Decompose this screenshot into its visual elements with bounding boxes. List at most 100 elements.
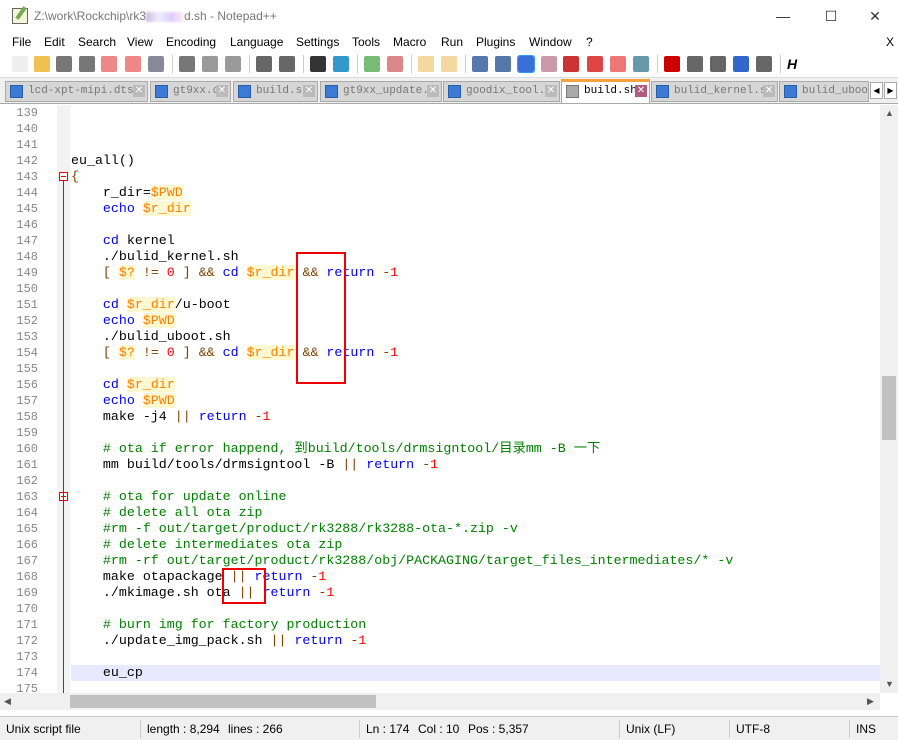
- scroll-up-arrow-icon[interactable]: ▲: [885, 108, 894, 118]
- replace-icon[interactable]: [333, 56, 349, 72]
- udl-icon[interactable]: [541, 56, 557, 72]
- menu-encoding[interactable]: Encoding: [166, 35, 216, 49]
- save-macro-icon[interactable]: [756, 56, 772, 72]
- close-tab-icon[interactable]: ✕: [545, 85, 557, 97]
- menu-file[interactable]: File: [12, 35, 31, 49]
- code-token: $?: [118, 345, 135, 360]
- tab-scroll-right-button[interactable]: ▶: [884, 82, 897, 99]
- code-token: #rm -rf out/target/product/rk3288/obj/PA…: [71, 553, 734, 568]
- menu-plugins[interactable]: Plugins: [476, 35, 515, 49]
- new-icon[interactable]: [12, 56, 28, 72]
- sync-v-icon[interactable]: [418, 56, 434, 72]
- close-tab-icon[interactable]: ✕: [635, 85, 647, 97]
- tab-goodix-tool-c[interactable]: goodix_tool.c ✕: [443, 81, 560, 102]
- fold-collapse-icon[interactable]: [59, 172, 68, 181]
- open-icon[interactable]: [34, 56, 50, 72]
- code-token: eu_all(): [71, 153, 135, 168]
- tab-bulid-kernel-sh[interactable]: bulid_kernel.sh ✕: [651, 81, 778, 102]
- vertical-scrollbar[interactable]: ▲ ▼: [880, 105, 898, 693]
- code-line: 142 eu_all(): [0, 153, 880, 169]
- close-tab-icon[interactable]: ✕: [216, 85, 228, 97]
- monitor-icon[interactable]: [633, 56, 649, 72]
- scroll-down-arrow-icon[interactable]: ▼: [885, 679, 894, 689]
- close-icon[interactable]: [101, 56, 117, 72]
- doc-map-icon[interactable]: [563, 56, 579, 72]
- minimize-button[interactable]: —: [760, 3, 806, 29]
- record-icon[interactable]: [664, 56, 680, 72]
- code-line: 152 echo $PWD: [0, 313, 880, 329]
- menu-run[interactable]: Run: [441, 35, 463, 49]
- close-tab-icon[interactable]: ✕: [133, 85, 145, 97]
- stop-icon[interactable]: [687, 56, 703, 72]
- indent-guide-icon[interactable]: [517, 55, 535, 73]
- find-icon[interactable]: [310, 56, 326, 72]
- tab-build-sh[interactable]: build.sh ✕: [561, 79, 650, 103]
- line-number: 162: [16, 474, 38, 488]
- code-line: 154 [ $? != 0 ] && cd $r_dir && return -…: [0, 345, 880, 361]
- word-wrap-icon[interactable]: [472, 56, 488, 72]
- maximize-button[interactable]: ☐: [808, 3, 854, 29]
- vertical-scroll-thumb[interactable]: [882, 376, 896, 440]
- horizontal-scrollbar[interactable]: ◀ ▶: [0, 693, 880, 710]
- menu-view[interactable]: View: [127, 35, 153, 49]
- zoom-out-icon[interactable]: [387, 56, 403, 72]
- line-number: 174: [16, 666, 38, 680]
- code-token: -: [246, 409, 263, 424]
- redo-icon[interactable]: [279, 56, 295, 72]
- menu-help[interactable]: ?: [586, 35, 593, 49]
- copy-icon[interactable]: [202, 56, 218, 72]
- paste-icon[interactable]: [225, 56, 241, 72]
- sync-h-icon[interactable]: [441, 56, 457, 72]
- tab-bulid-uboot[interactable]: bulid_uboot: [779, 81, 869, 102]
- menu-tools[interactable]: Tools: [352, 35, 380, 49]
- status-ln: Ln : 174: [359, 720, 409, 738]
- close-tab-icon[interactable]: ✕: [303, 85, 315, 97]
- scroll-left-arrow-icon[interactable]: ◀: [4, 696, 11, 707]
- status-insert-mode: INS: [849, 720, 876, 738]
- scroll-right-arrow-icon[interactable]: ▶: [867, 696, 874, 707]
- tab-gt9xx-update-c[interactable]: gt9xx_update.c ✕: [320, 81, 442, 102]
- close-all-icon[interactable]: [125, 56, 141, 72]
- save-icon[interactable]: [56, 56, 72, 72]
- line-number: 175: [16, 682, 38, 693]
- menu-edit[interactable]: Edit: [44, 35, 65, 49]
- menu-language[interactable]: Language: [230, 35, 283, 49]
- code-editor[interactable]: 139 140 141 142 eu_all() 143{144 r_dir=$PWD 14…: [0, 105, 880, 693]
- play-multiple-icon[interactable]: [733, 56, 749, 72]
- folder-workspace-icon[interactable]: [610, 56, 626, 72]
- close-document-button[interactable]: X: [886, 35, 894, 49]
- horizontal-scroll-thumb[interactable]: [70, 695, 376, 708]
- zoom-in-icon[interactable]: [364, 56, 380, 72]
- tab-lcd-xpt-mipi-dtsi[interactable]: lcd-xpt-mipi.dtsi ✕: [5, 81, 148, 102]
- tab-gt9xx-c[interactable]: gt9xx.c ✕: [150, 81, 231, 102]
- code-line: 166 # delete intermediates ota zip: [0, 537, 880, 553]
- menu-window[interactable]: Window: [529, 35, 572, 49]
- tab-label: bulid_kernel.sh: [674, 85, 774, 97]
- undo-icon[interactable]: [256, 56, 272, 72]
- play-icon[interactable]: [710, 56, 726, 72]
- status-encoding: UTF-8: [729, 720, 770, 738]
- save-status-icon: [238, 85, 251, 98]
- menu-macro[interactable]: Macro: [393, 35, 426, 49]
- h-icon[interactable]: H: [787, 56, 803, 72]
- close-button[interactable]: ✕: [852, 3, 898, 29]
- line-number: 153: [16, 330, 38, 344]
- close-tab-icon[interactable]: ✕: [763, 85, 775, 97]
- code-token: cd: [222, 345, 239, 360]
- tab-build-sh[interactable]: build.sh ✕: [233, 81, 318, 102]
- menu-search[interactable]: Search: [78, 35, 116, 49]
- menu-settings[interactable]: Settings: [296, 35, 339, 49]
- cut-icon[interactable]: [179, 56, 195, 72]
- show-all-icon[interactable]: [495, 56, 511, 72]
- line-number: 140: [16, 122, 38, 136]
- save-all-icon[interactable]: [79, 56, 95, 72]
- tab-label: build.sh: [584, 85, 637, 97]
- line-number: 158: [16, 410, 38, 424]
- close-tab-icon[interactable]: ✕: [427, 85, 439, 97]
- tab-scroll-left-button[interactable]: ◀: [870, 82, 883, 99]
- line-number: 163: [16, 490, 38, 504]
- function-list-icon[interactable]: [587, 56, 603, 72]
- print-icon[interactable]: [148, 56, 164, 72]
